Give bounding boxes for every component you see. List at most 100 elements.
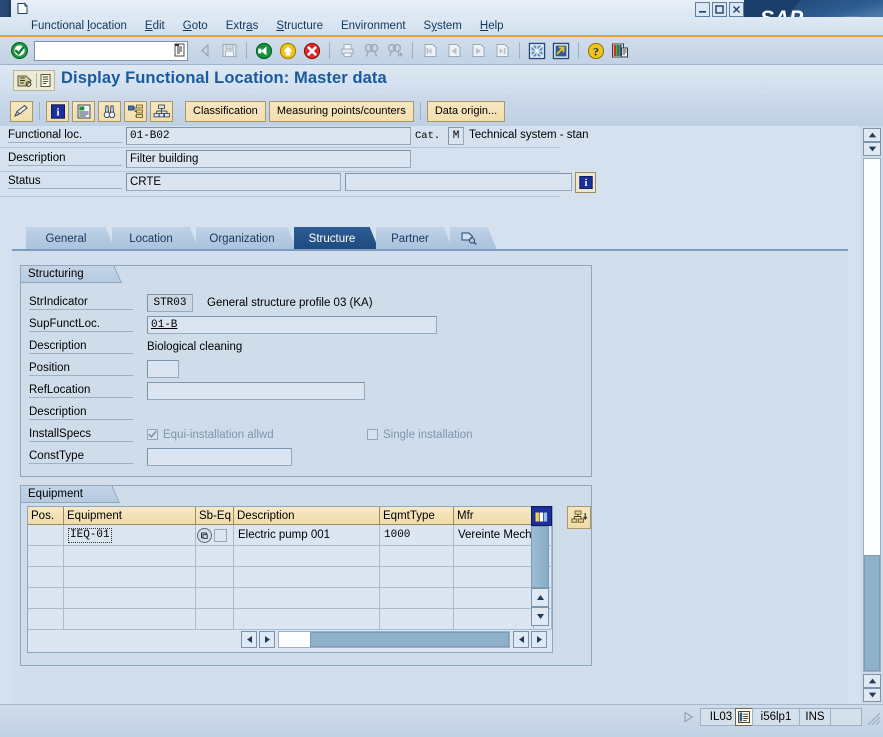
cell-equipment[interactable] (64, 609, 196, 630)
menu-goto[interactable]: Goto (174, 17, 217, 35)
change-display-icon[interactable] (10, 100, 33, 122)
consttype-field[interactable] (147, 448, 292, 466)
exit-icon[interactable] (277, 40, 299, 61)
list-icon[interactable] (39, 73, 52, 88)
main-scroll-down-button-2[interactable] (863, 688, 881, 702)
cancel-icon[interactable] (301, 40, 323, 61)
binoculars-icon[interactable] (98, 100, 121, 122)
col-header-eqmttype[interactable]: EqmtType (380, 507, 454, 525)
position-field[interactable] (147, 360, 179, 378)
equi-installation-checkbox[interactable] (147, 429, 158, 440)
long-text-icon[interactable] (72, 100, 95, 122)
hierarchy-icon[interactable] (150, 100, 173, 122)
tab-partner[interactable]: Partner (376, 227, 453, 250)
back-icon[interactable] (253, 40, 275, 61)
tab-organization[interactable]: Organization (196, 227, 297, 250)
command-history-icon[interactable] (173, 43, 186, 58)
cell-equipment[interactable]: IEQ-01 (64, 525, 196, 546)
funcloc-field[interactable]: 01-B02 (126, 127, 411, 145)
customize-local-layout-icon[interactable] (609, 40, 631, 61)
status-field[interactable]: CRTE (126, 173, 341, 191)
table-row[interactable] (28, 588, 552, 609)
blue-info-icon[interactable]: i (46, 100, 69, 122)
cat-field[interactable]: M (448, 127, 464, 145)
green-check-enter-icon[interactable] (8, 40, 30, 61)
expand-triangle-icon[interactable] (683, 711, 694, 723)
functional-location-icon[interactable] (14, 73, 34, 89)
menu-structure[interactable]: Structure (267, 17, 332, 35)
menu-environment[interactable]: Environment (332, 17, 415, 35)
menu-functional-location[interactable]: Functional location (22, 17, 136, 35)
menu-help[interactable]: Help (471, 17, 513, 35)
tab-general[interactable]: General (26, 227, 115, 250)
sbeq-checkbox[interactable] (214, 528, 227, 542)
table-hscroll-track[interactable] (278, 631, 510, 648)
classification-button[interactable]: Classification (185, 100, 266, 122)
cell-equipment[interactable] (64, 546, 196, 567)
status-extra[interactable] (830, 708, 862, 726)
table-row[interactable] (28, 546, 552, 567)
cell-sbeq[interactable] (196, 609, 234, 630)
column-config-icon[interactable] (531, 506, 552, 526)
main-scroll-thumb[interactable] (864, 555, 880, 671)
cell-equipment[interactable] (64, 567, 196, 588)
main-scroll-track[interactable] (863, 158, 881, 672)
table-hscroll-thumb[interactable] (310, 632, 509, 647)
measuring-points-counters-button[interactable]: Measuring points/counters (268, 100, 414, 122)
status-field-2[interactable] (345, 173, 572, 191)
status-system[interactable]: i56lp1 (752, 708, 800, 726)
structure-list-icon[interactable] (124, 100, 147, 122)
sbeq-expand-icon[interactable] (197, 527, 212, 543)
single-installation-checkbox[interactable] (367, 429, 378, 440)
status-info-button[interactable]: i (575, 172, 596, 193)
minimize-icon[interactable] (695, 2, 710, 17)
cell-equipment-value: IEQ-01 (68, 527, 112, 543)
col-header-mfr[interactable]: Mfr (454, 507, 534, 525)
data-origin-button[interactable]: Data origin... (426, 100, 506, 122)
col-header-equipment[interactable]: Equipment (64, 507, 196, 525)
menu-system[interactable]: System (415, 17, 471, 35)
document-icon[interactable] (16, 2, 29, 15)
status-mode[interactable]: INS (799, 708, 831, 726)
menu-extras[interactable]: Extras (217, 17, 268, 35)
table-hscroll-right-button[interactable] (259, 631, 275, 648)
create-session-icon[interactable] (526, 40, 548, 61)
table-vscroll-thumb[interactable] (531, 526, 549, 588)
col-header-pos[interactable]: Pos. (28, 507, 64, 525)
strindicator-field[interactable]: STR03 (147, 294, 193, 312)
cell-sbeq[interactable] (196, 567, 234, 588)
table-row[interactable]: IEQ-01 Electric pump 001 1000 Vereinte M… (28, 525, 552, 546)
supfunctloc-field[interactable]: 01-B (147, 316, 437, 334)
create-shortcut-icon[interactable] (550, 40, 572, 61)
help-icon[interactable]: ? (585, 40, 607, 61)
table-row[interactable] (28, 609, 552, 630)
col-header-description[interactable]: Description (234, 507, 380, 525)
maximize-icon[interactable] (712, 2, 727, 17)
reflocation-field[interactable] (147, 382, 365, 400)
equipment-structure-icon[interactable] (567, 506, 591, 529)
table-scroll-up-button[interactable] (531, 588, 549, 607)
tab-more[interactable] (450, 227, 497, 250)
main-scroll-up-button-2[interactable] (863, 674, 881, 688)
col-header-sbeq[interactable]: Sb-Eq (196, 507, 234, 525)
table-hscroll-left-button[interactable] (241, 631, 257, 648)
main-scroll-up-button[interactable] (863, 128, 881, 142)
resize-grip[interactable] (865, 710, 881, 726)
table-scroll-down-button[interactable] (531, 607, 549, 626)
menu-edit[interactable]: Edit (136, 17, 174, 35)
main-scroll-down-button[interactable] (863, 142, 881, 156)
cell-sbeq[interactable] (196, 588, 234, 609)
cell-sbeq[interactable] (196, 546, 234, 567)
status-menu-icon[interactable] (735, 708, 753, 726)
tab-location[interactable]: Location (112, 227, 199, 250)
cell-equipment[interactable] (64, 588, 196, 609)
command-field[interactable] (34, 40, 188, 61)
tab-structure[interactable]: Structure (294, 227, 379, 250)
cell-sbeq[interactable] (196, 525, 234, 546)
description-field[interactable]: Filter building (126, 150, 411, 168)
close-icon[interactable] (729, 2, 744, 17)
table-hscroll-right-button-2[interactable] (531, 631, 547, 648)
command-input[interactable] (35, 41, 187, 60)
table-row[interactable] (28, 567, 552, 588)
table-hscroll-left-button-2[interactable] (513, 631, 529, 648)
